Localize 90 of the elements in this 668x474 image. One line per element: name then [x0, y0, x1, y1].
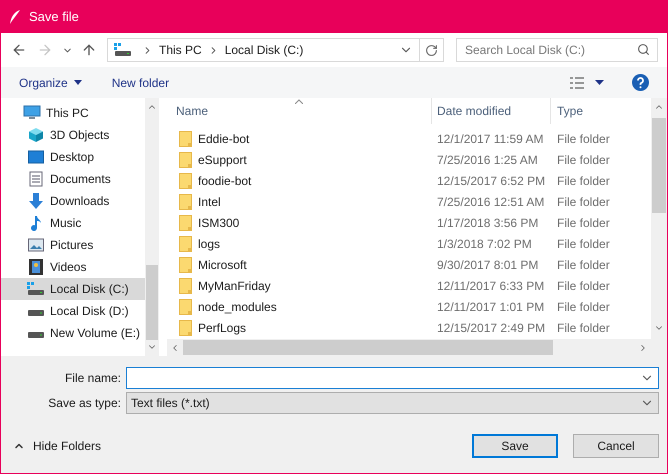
folder-icon — [179, 214, 192, 230]
new-folder-button[interactable]: New folder — [112, 74, 170, 92]
film-icon — [29, 259, 43, 275]
breadcrumb-item[interactable]: Local Disk (C:) — [222, 41, 306, 59]
breadcrumb-item[interactable]: This PC — [157, 41, 204, 59]
folder-icon — [179, 172, 192, 188]
caret-icon — [74, 80, 82, 85]
view-options-icon[interactable] — [569, 76, 585, 90]
file-name-cell[interactable]: foodie-bot — [198, 172, 252, 190]
refresh-icon[interactable] — [425, 44, 438, 56]
sidebar-item[interactable]: Documents — [1, 168, 145, 190]
field-label: Save as type: — [47, 395, 121, 412]
date-cell-text: 12/11/2017 1:01 PM — [436, 298, 546, 316]
file-name-cell[interactable]: Intel — [198, 192, 221, 210]
scrollbar[interactable] — [145, 98, 159, 356]
file-name-cell[interactable]: Microsoft — [198, 256, 247, 274]
date-cell-text: 1/3/2018 7:02 PM — [436, 236, 533, 252]
help-icon[interactable] — [632, 74, 649, 91]
scrollbar[interactable] — [167, 339, 667, 356]
file-name-cell[interactable]: logs — [198, 234, 220, 252]
file-type-dropdown[interactable]: Text files (*.txt) — [126, 392, 659, 414]
window-title: Save file — [29, 8, 79, 26]
desktop-icon — [28, 150, 44, 164]
folder-icon — [179, 298, 192, 314]
sidebar-item[interactable]: New Volume (E:) — [1, 322, 145, 344]
folder-icon — [179, 130, 192, 146]
column-header[interactable]: Date modified — [432, 98, 551, 124]
type-cell-text: File folder — [556, 194, 610, 210]
computer-icon — [23, 105, 41, 121]
organize-menu-button[interactable]: Organize — [19, 74, 82, 92]
file-name-cell[interactable]: Eddie-bot — [198, 130, 250, 148]
search-icon — [637, 43, 650, 56]
date-cell-text: 12/15/2017 6:52 PM — [436, 172, 546, 190]
file-name-cell[interactable]: node_modules — [198, 298, 277, 316]
type-cell-text: File folder — [556, 152, 610, 168]
file-name-field[interactable] — [126, 367, 659, 389]
folder-icon — [179, 256, 192, 272]
column-header[interactable]: Name — [167, 98, 432, 124]
date-cell-text: 1/17/2018 3:56 PM — [436, 214, 540, 232]
folder-icon — [179, 236, 192, 252]
date-cell-text: 12/11/2017 6:33 PM — [436, 278, 546, 294]
folder-icon — [179, 194, 192, 210]
right-arrow-icon — [37, 42, 53, 58]
type-cell-text: File folder — [556, 214, 610, 232]
date-cell-text: 7/25/2016 1:25 AM — [436, 152, 539, 168]
folder-icon — [179, 320, 192, 336]
type-cell-text: File folder — [556, 172, 610, 190]
system-drive-icon — [114, 43, 132, 57]
file-name-cell[interactable]: MyManFriday — [198, 276, 271, 294]
sidebar-item[interactable]: This PC — [1, 102, 145, 124]
date-cell-text: 7/25/2016 12:51 AM — [436, 194, 546, 210]
field-label: File name: — [64, 370, 121, 387]
cancel-button[interactable]: Cancel — [573, 434, 659, 458]
sidebar-item[interactable]: Music — [1, 212, 145, 234]
scrollbar[interactable] — [651, 98, 667, 339]
search-field[interactable]: Search Local Disk (C:) — [456, 38, 658, 62]
type-cell-text: File folder — [556, 256, 610, 274]
type-cell-text: File folder — [556, 130, 610, 148]
hide-folders-button[interactable]: Hide Folders — [9, 437, 102, 455]
folder-icon — [179, 152, 192, 168]
system-drive-icon — [27, 282, 45, 296]
date-cell-text: 12/15/2017 2:49 PM — [436, 320, 546, 336]
date-cell-text: 12/1/2017 11:59 AM — [436, 130, 545, 148]
sidebar-item[interactable]: Downloads — [1, 190, 145, 212]
folder-icon — [179, 278, 192, 294]
sidebar-item[interactable]: Pictures — [1, 234, 145, 256]
cube-icon — [28, 127, 44, 143]
save-button[interactable]: Save — [472, 434, 558, 458]
type-cell-text: File folder — [556, 236, 610, 252]
file-name-cell[interactable]: eSupport — [198, 150, 247, 168]
sidebar-item[interactable]: 3D Objects — [1, 124, 145, 146]
date-cell-text: 9/30/2017 8:01 PM — [436, 256, 540, 274]
file-name-cell[interactable]: ISM300 — [198, 214, 240, 232]
download-arrow-icon — [28, 193, 44, 209]
address-bar[interactable]: This PC Local Disk (C:) — [107, 38, 444, 62]
caret-icon[interactable] — [595, 80, 604, 85]
column-header[interactable]: Type — [551, 98, 651, 124]
picture-icon — [28, 238, 44, 252]
type-cell-text: File folder — [556, 298, 610, 316]
sidebar-item[interactable]: Desktop — [1, 146, 145, 168]
type-cell-text: File folder — [556, 278, 610, 294]
sort-caret-icon — [295, 99, 303, 104]
sidebar-item[interactable]: Local Disk (D:) — [1, 300, 145, 322]
file-name-cell[interactable]: PerfLogs — [198, 318, 246, 336]
type-cell-text: File folder — [556, 320, 610, 336]
sidebar-item[interactable]: Videos — [1, 256, 145, 278]
feather-icon — [9, 10, 21, 24]
music-note-icon — [30, 215, 42, 231]
document-icon — [29, 171, 43, 187]
sidebar-item[interactable]: Local Disk (C:) — [1, 278, 145, 300]
